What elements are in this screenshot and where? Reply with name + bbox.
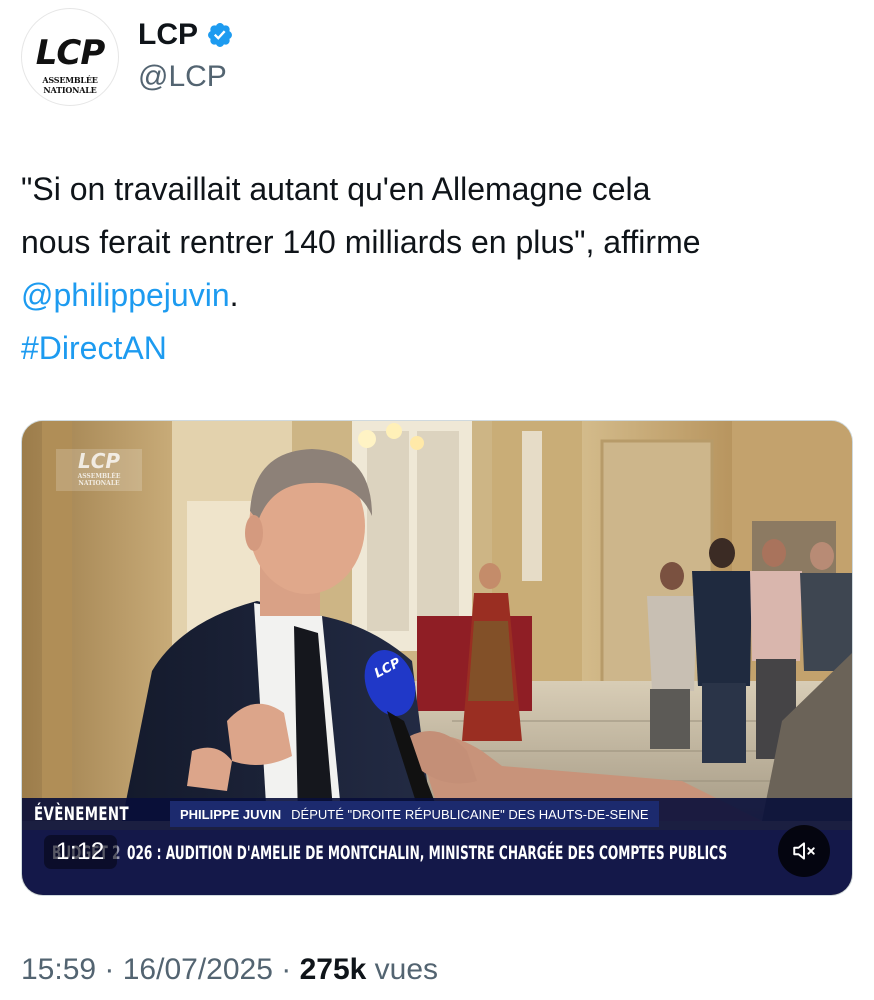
meta-separator: · (96, 953, 123, 986)
tweet-date[interactable]: 16/07/2025 (123, 953, 273, 986)
video-time-remaining: 1:12 (44, 835, 117, 869)
lower-third-band: ÉVÈNEMENT PHILIPPE JUVIN DÉPUTÉ "DROITE … (22, 798, 852, 830)
tweet-time[interactable]: 15:59 (21, 953, 96, 986)
author-display-name[interactable]: LCP (138, 16, 198, 54)
mention-link[interactable]: @philippejuvin (21, 277, 230, 313)
avatar-logo: LCP (35, 33, 106, 73)
verified-badge-icon (208, 23, 232, 47)
channel-watermark: LCP ASSEMBLÉE NATIONALE (56, 449, 142, 491)
meta-separator: · (272, 953, 300, 986)
avatar[interactable]: LCP ASSEMBLÉE NATIONALE (21, 8, 119, 106)
views-label: vues (366, 953, 439, 986)
tweet-text: "Si on travaillait autant qu'en Allemagn… (21, 163, 851, 375)
tweet-meta: 15:59 · 16/07/2025 · 275k vues (21, 948, 438, 992)
tweet-text-line: nous ferait rentrer 140 milliards en plu… (21, 224, 701, 260)
watermark-subtitle: ASSEMBLÉE NATIONALE (77, 473, 121, 487)
author-handle[interactable]: @LCP (138, 58, 227, 96)
tweet-text-line: "Si on travaillait autant qu'en Allemagn… (21, 171, 651, 207)
mention-suffix: . (229, 277, 239, 313)
tweet-hashtag-line: #DirectAN (21, 322, 851, 375)
news-ticker: BUDGET 2 026 : AUDITION D'AMELIE DE MONT… (22, 830, 852, 895)
event-label: ÉVÈNEMENT (34, 803, 129, 825)
tweet-mention-line: @philippejuvin. (21, 269, 851, 322)
views-count: 275k (299, 953, 367, 986)
avatar-logo-subtitle: ASSEMBLÉE NATIONALE (42, 75, 98, 95)
hashtag-link[interactable]: #DirectAN (21, 330, 167, 366)
author-name-row: LCP (138, 16, 234, 54)
watermark-logo: LCP (77, 449, 121, 473)
speaker-caption: PHILIPPE JUVIN DÉPUTÉ "DROITE RÉPUBLICAI… (170, 801, 659, 827)
ticker-text: 026 : AUDITION D'AMELIE DE MONTCHALIN, M… (127, 842, 728, 864)
speaker-role: DÉPUTÉ "DROITE RÉPUBLICAINE" DES HAUTS-D… (291, 806, 649, 822)
speaker-muted-icon (793, 842, 815, 860)
video-player[interactable]: LCP LCP ASSEMBLÉE NATIONALE ÉVÈNEMENT PH… (21, 420, 853, 896)
mute-button[interactable] (778, 825, 830, 877)
speaker-name: PHILIPPE JUVIN (180, 806, 282, 822)
